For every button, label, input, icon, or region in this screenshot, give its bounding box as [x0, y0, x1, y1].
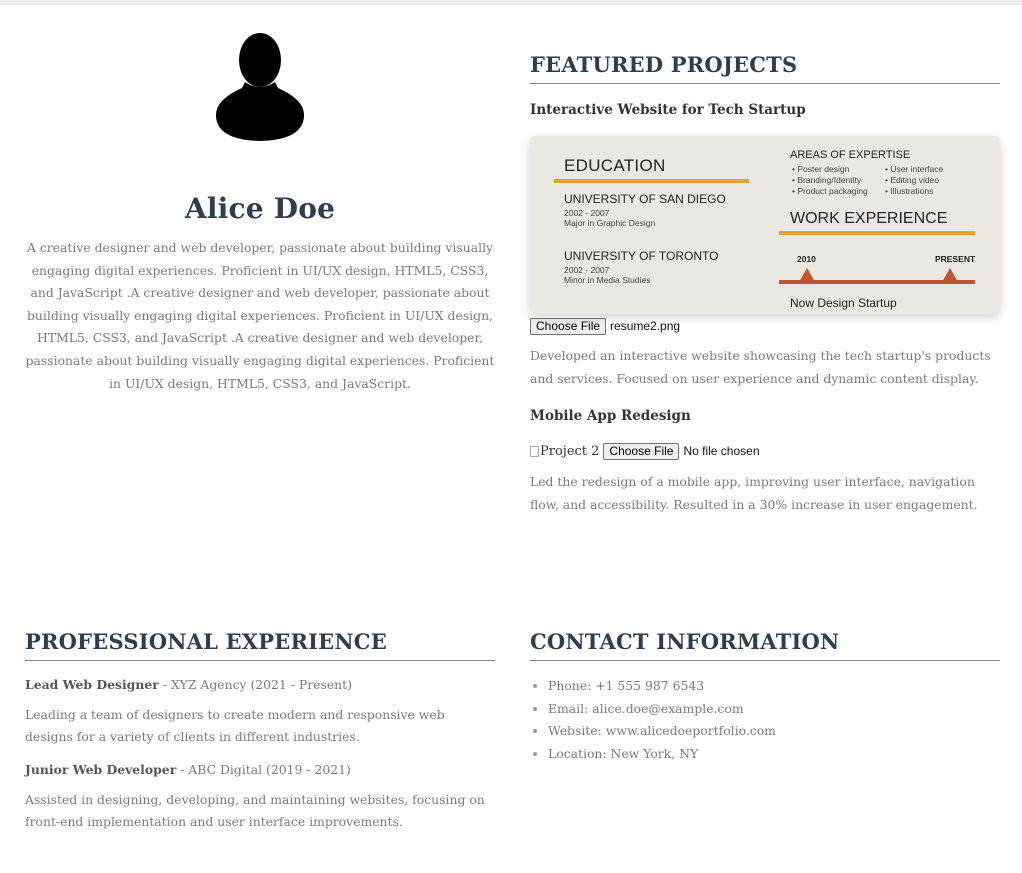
resume-work-rule — [779, 231, 975, 235]
resume-timeline-start: 2010 — [797, 254, 816, 264]
featured-projects-section: FEATURED PROJECTS Interactive Website fo… — [530, 52, 1000, 516]
contact-website: Website: www.alicedoeportfolio.com — [548, 720, 1000, 743]
featured-projects-heading: FEATURED PROJECTS — [530, 52, 1000, 84]
resume-work-heading: WORK EXPERIENCE — [790, 210, 948, 227]
profile-bio: A creative designer and web developer, p… — [25, 240, 495, 391]
resume-education-rule — [554, 179, 749, 183]
job-role: Lead Web Designer — [25, 677, 159, 692]
resume-school-1-years: 2002 - 2007 — [564, 208, 610, 218]
contact-email: Email: alice.doe@example.com — [548, 698, 1000, 721]
resume-expertise-item: • Illustrations — [885, 186, 934, 196]
contact-heading: CONTACT INFORMATION — [530, 629, 1000, 661]
project-title: Interactive Website for Tech Startup — [530, 102, 806, 118]
choose-file-button[interactable]: Choose File — [603, 442, 680, 460]
choose-file-button[interactable]: Choose File — [530, 317, 607, 335]
project-description: Developed an interactive website showcas… — [530, 348, 991, 386]
broken-image-icon: Project 2 — [530, 444, 599, 459]
file-name: No file chosen — [683, 444, 760, 459]
contact-location: Location: New York, NY — [548, 743, 1000, 766]
job-description: Leading a team of designers to create mo… — [25, 707, 445, 744]
top-border — [0, 0, 1022, 5]
resume-expertise-item: • Branding/Identity — [792, 175, 862, 185]
experience-section: PROFESSIONAL EXPERIENCE Lead Web Designe… — [25, 629, 495, 833]
resume-school-2-degree: Minor in Media Studies — [564, 275, 651, 285]
broken-image-glyph-icon — [530, 445, 539, 457]
profile-section: Alice Doe A creative designer and web de… — [25, 30, 495, 395]
job-meta: - XYZ Agency (2021 - Present) — [158, 677, 352, 692]
job-title-line: Junior Web Developer - ABC Digital (2019… — [25, 762, 495, 777]
contact-phone: Phone: +1 555 987 6543 — [548, 675, 1000, 698]
file-input-project-1[interactable]: Choose File resume2.png — [530, 317, 1000, 335]
experience-heading: PROFESSIONAL EXPERIENCE — [25, 629, 495, 661]
project-description: Led the redesign of a mobile app, improv… — [530, 474, 978, 512]
job-meta: - ABC Digital (2019 - 2021) — [176, 762, 351, 777]
profile-name: Alice Doe — [184, 192, 336, 225]
file-name: resume2.png — [610, 319, 681, 333]
project-image-alt: Project 2 — [540, 443, 600, 459]
job-role: Junior Web Developer — [25, 762, 177, 777]
resume-expertise-item: • Poster design — [792, 164, 850, 174]
resume-timeline-graphic — [779, 268, 975, 284]
resume-timeline-end: PRESENT — [935, 254, 976, 264]
resume-school-2-years: 2002 - 2007 — [564, 265, 610, 275]
job-title-line: Lead Web Designer - XYZ Agency (2021 - P… — [25, 677, 495, 692]
resume-school-2: UNIVERSITY OF TORONTO — [564, 249, 719, 263]
resume-work-company: Now Design Startup — [790, 296, 897, 310]
resume-expertise-item: • Product packaging — [792, 186, 868, 196]
job-description: Assisted in designing, developing, and m… — [25, 792, 485, 829]
project-title: Mobile App Redesign — [530, 408, 691, 425]
resume-school-1-degree: Major in Graphic Design — [564, 218, 656, 228]
contact-section: CONTACT INFORMATION Phone: +1 555 987 65… — [530, 629, 1000, 765]
file-input-project-2[interactable]: Project 2 Choose File No file chosen — [530, 442, 1000, 460]
resume-school-1: UNIVERSITY OF SAN DIEGO — [564, 192, 726, 206]
resume-expertise-item: • User interface — [885, 164, 944, 174]
resume-expertise-heading: AREAS OF EXPERTISE — [790, 149, 911, 161]
contact-list: Phone: +1 555 987 6543 Email: alice.doe@… — [530, 675, 1000, 765]
resume-education-heading: EDUCATION — [564, 156, 666, 175]
avatar-silhouette-icon — [215, 33, 305, 141]
project-image-resume: EDUCATION UNIVERSITY OF SAN DIEGO 2002 -… — [530, 136, 1000, 314]
resume-expertise-item: • Editing video — [885, 175, 940, 185]
